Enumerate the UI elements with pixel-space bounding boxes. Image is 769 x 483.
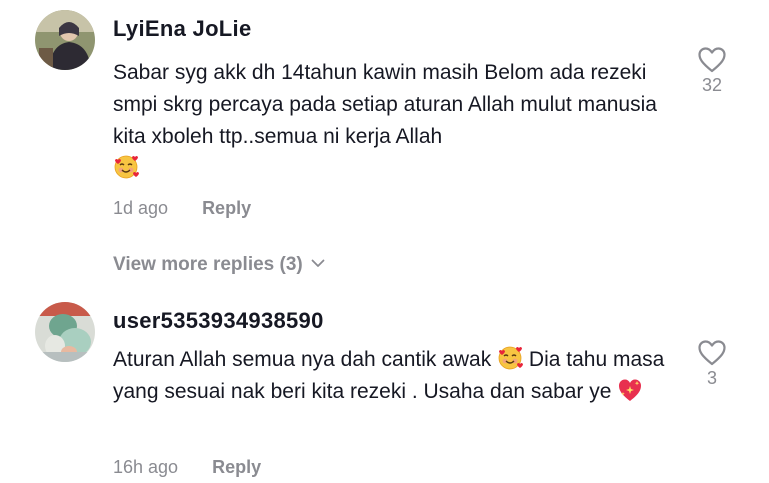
view-more-replies-label: View more replies (3) [113, 254, 303, 275]
comment-time: 16h ago [113, 457, 179, 477]
avatar[interactable] [35, 10, 95, 70]
comment-time: 1d ago [113, 198, 169, 218]
heart-icon [698, 340, 726, 366]
comment-username[interactable]: user5353934938590 [113, 308, 324, 334]
comment-username[interactable]: LyiEna JoLie [113, 16, 252, 42]
like-count: 32 [701, 75, 723, 95]
view-more-replies-button[interactable]: View more replies (3) [113, 252, 325, 276]
reply-button[interactable]: Reply [202, 198, 251, 218]
sparkling-heart-icon [617, 377, 643, 403]
comment-text-content: Sabar syg akk dh 14tahun kawin masih Bel… [113, 61, 657, 148]
chevron-down-icon [311, 252, 325, 274]
smiling-face-with-hearts-icon [113, 154, 139, 180]
profile-photo-icon [35, 302, 95, 362]
comment-meta: 16h ago Reply [113, 457, 261, 478]
comment-text: Aturan Allah semua nya dah cantik awak D… [113, 344, 673, 408]
comment-text: Sabar syg akk dh 14tahun kawin masih Bel… [113, 57, 673, 185]
avatar[interactable] [35, 302, 95, 362]
like-count: 3 [706, 368, 717, 388]
like-button[interactable]: 32 [692, 47, 732, 96]
like-button[interactable]: 3 [692, 340, 732, 389]
smiling-face-with-hearts-icon [497, 345, 524, 371]
comment-text-part1: Aturan Allah semua nya dah cantik awak [113, 348, 492, 371]
heart-icon [698, 47, 726, 73]
profile-photo-icon [35, 10, 95, 70]
reply-button[interactable]: Reply [212, 457, 261, 477]
comment-meta: 1d ago Reply [113, 198, 251, 219]
